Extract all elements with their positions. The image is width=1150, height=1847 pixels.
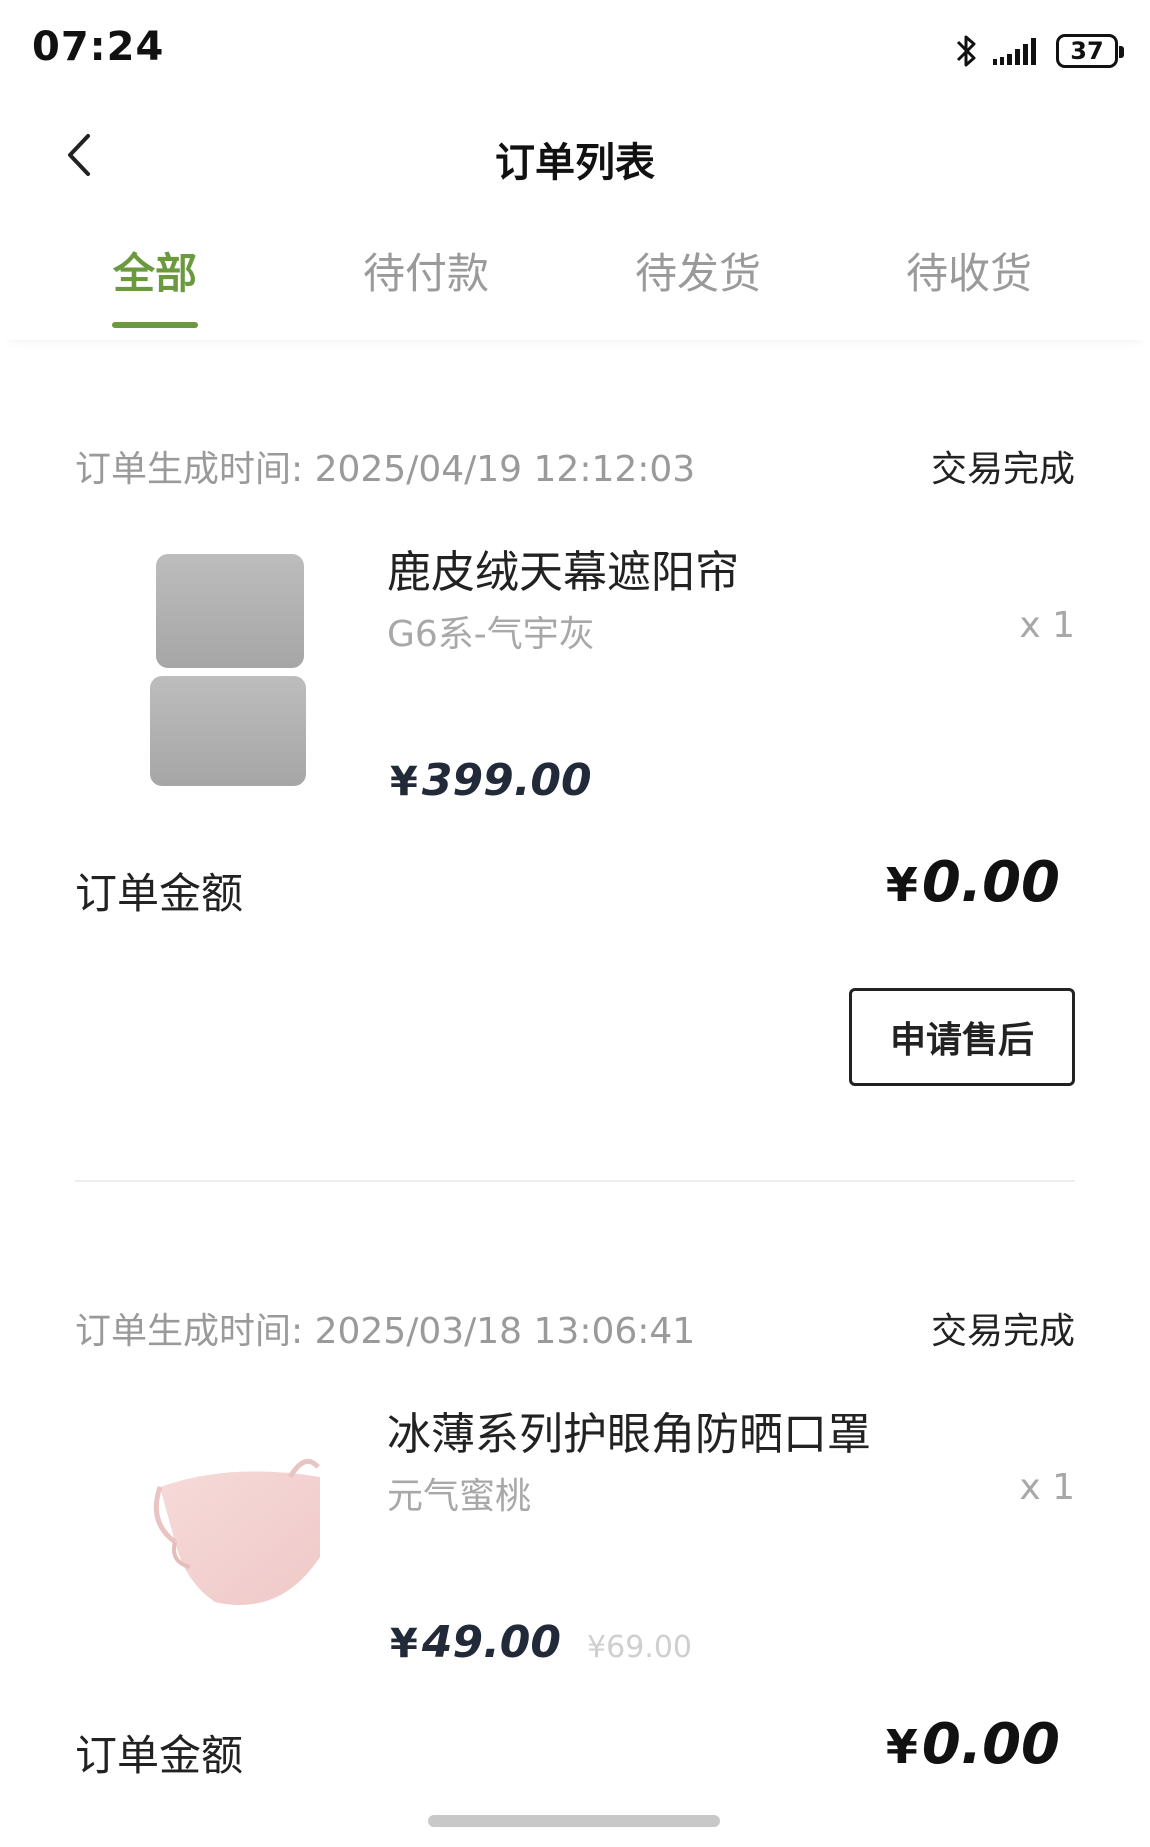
product-quantity: x 1 [1019,1467,1075,1508]
status-icons: 37 [954,30,1124,72]
battery-icon: 37 [1056,34,1124,68]
tab-pending-receipt[interactable]: 待收货 [869,240,1069,301]
original-price: ¥69.00 [587,1630,693,1665]
price-row: ¥49.00 ¥69.00 [390,1617,692,1668]
page-title: 订单列表 [495,140,655,186]
product-image[interactable] [115,530,345,810]
order-time: 订单生成时间: 2025/03/18 13:06:41 [75,1311,696,1352]
status-time: 07:24 [32,24,165,70]
product-price: ¥399.00 [390,755,592,806]
order-card[interactable]: 订单生成时间: 2025/04/19 12:12:03 交易完成 鹿皮绒天幕遮阳… [75,440,1075,1200]
product-variant: 元气蜜桃 [387,1476,532,1517]
price-row: ¥399.00 [390,755,592,806]
product-variant: G6系-气宇灰 [387,614,595,655]
order-total-value: ¥0.00 [885,850,1060,915]
order-divider [75,1180,1075,1182]
order-status: 交易完成 [930,449,1075,490]
active-tab-indicator [112,322,198,328]
after-sale-button[interactable]: 申请售后 [849,988,1075,1086]
product-image[interactable] [115,1392,345,1672]
status-bar: 07:24 37 [0,0,1150,100]
product-name: 冰薄系列护眼角防晒口罩 [387,1409,871,1460]
tab-pending-payment[interactable]: 待付款 [326,240,526,301]
bluetooth-icon [954,33,978,69]
product-quantity: x 1 [1019,605,1075,646]
tab-pending-shipment[interactable]: 待发货 [598,240,798,301]
signal-icon [992,35,1042,67]
order-total-value: ¥0.00 [885,1712,1060,1777]
order-status: 交易完成 [930,1311,1075,1352]
tab-bar: 全部 待付款 待发货 待收货 [0,220,1150,340]
order-card[interactable]: 订单生成时间: 2025/03/18 13:06:41 交易完成 冰薄系列护眼角… [75,1302,1075,1832]
order-total-label: 订单金额 [75,1731,244,1780]
order-time: 订单生成时间: 2025/04/19 12:12:03 [75,449,696,490]
nav-header: 订单列表 [0,100,1150,210]
product-price: ¥49.00 [390,1617,562,1668]
tab-all[interactable]: 全部 [55,240,255,301]
product-name: 鹿皮绒天幕遮阳帘 [387,547,739,598]
order-total-label: 订单金额 [75,869,244,918]
home-indicator[interactable] [428,1815,720,1827]
